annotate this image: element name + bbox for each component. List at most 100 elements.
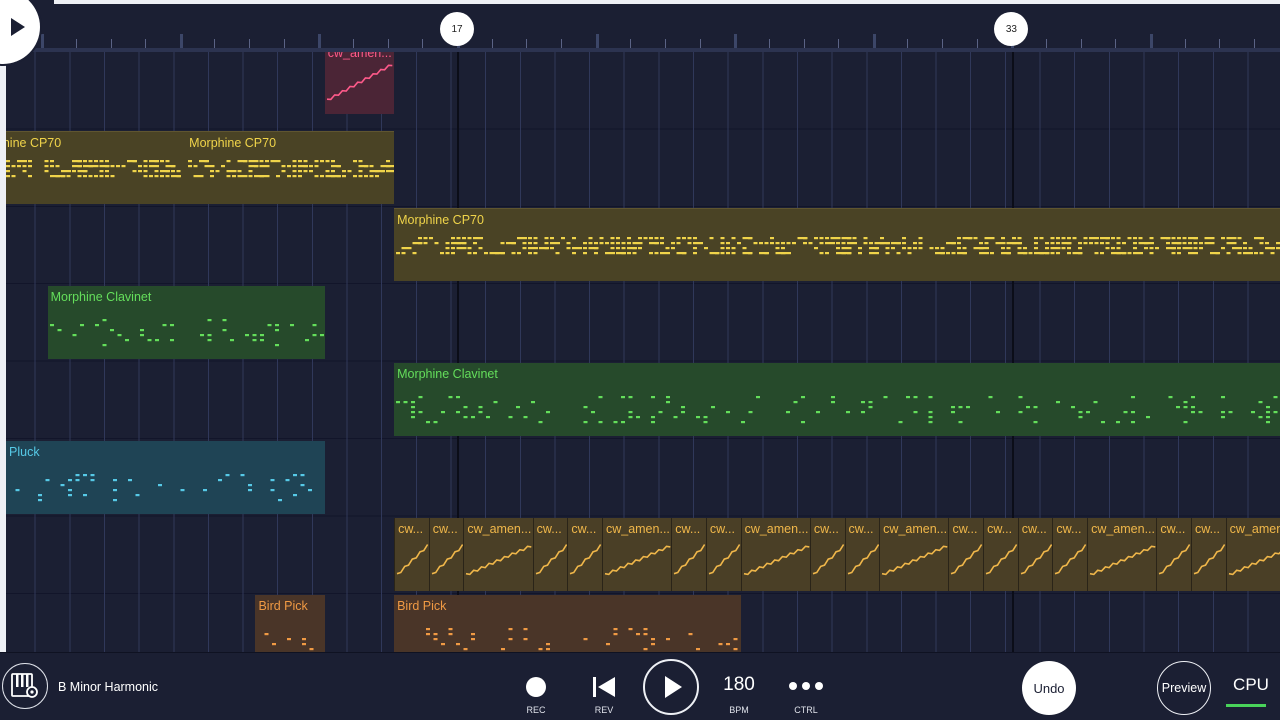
midi-note bbox=[968, 237, 973, 240]
ctrl-button[interactable]: CTRL bbox=[786, 671, 826, 715]
midi-note bbox=[861, 401, 866, 404]
midi-note bbox=[358, 174, 363, 178]
midi-note bbox=[572, 252, 577, 255]
clip-amen[interactable]: cw... bbox=[1017, 517, 1053, 591]
clip-amen[interactable]: cw... bbox=[394, 517, 429, 591]
midi-note bbox=[841, 247, 852, 250]
midi-note bbox=[1199, 242, 1204, 245]
midi-note bbox=[605, 242, 610, 245]
midi-note bbox=[193, 174, 204, 178]
more-dots-icon bbox=[786, 682, 826, 690]
clip-amen[interactable]: cw... bbox=[948, 517, 984, 591]
clip-amen[interactable]: cw_amen... bbox=[879, 517, 949, 591]
timeline-ruler[interactable]: 17 33 bbox=[0, 0, 1280, 52]
clip-amen[interactable]: cw... bbox=[567, 517, 602, 591]
clip-notes bbox=[1159, 543, 1191, 575]
midi-note bbox=[99, 174, 104, 178]
midi-note bbox=[660, 242, 665, 245]
midi-note bbox=[1116, 242, 1121, 245]
midi-note bbox=[1131, 396, 1136, 399]
undo-button[interactable]: Undo bbox=[1022, 661, 1076, 715]
midi-note bbox=[105, 164, 110, 168]
rewind-button[interactable]: REV bbox=[584, 671, 624, 715]
midi-note bbox=[1056, 252, 1061, 255]
midi-note bbox=[1001, 247, 1006, 250]
clip-notes bbox=[604, 545, 671, 576]
bpm-label: BPM bbox=[729, 705, 749, 715]
midi-note bbox=[467, 247, 472, 250]
midi-note bbox=[265, 159, 270, 163]
bpm-control[interactable]: 180 BPM bbox=[719, 671, 759, 715]
preview-button[interactable]: Preview bbox=[1157, 661, 1211, 715]
clip-amen[interactable]: cw... bbox=[1156, 517, 1192, 591]
clip-amen[interactable]: cw_amen... bbox=[740, 517, 810, 591]
midi-note bbox=[546, 411, 551, 414]
audio-waveform bbox=[1159, 543, 1191, 575]
clip-cyan[interactable]: Pluck bbox=[6, 440, 325, 514]
timeline-marker-33[interactable]: 33 bbox=[994, 12, 1029, 46]
clip-amen[interactable]: cw... bbox=[983, 517, 1018, 591]
midi-note bbox=[533, 242, 538, 245]
timeline-tick bbox=[491, 39, 493, 48]
timeline-marker-17[interactable]: 17 bbox=[440, 12, 474, 46]
midi-note bbox=[907, 247, 912, 250]
midi-note bbox=[403, 401, 408, 404]
clip-amen[interactable]: cw... bbox=[428, 517, 464, 591]
midi-note bbox=[704, 247, 709, 250]
midi-note bbox=[583, 242, 588, 245]
clip-yellow[interactable]: Morphine CP70 bbox=[394, 208, 1280, 282]
clip-amen[interactable]: cw_amen... bbox=[1225, 517, 1280, 591]
clip-orange[interactable]: Bird Pick bbox=[255, 595, 325, 652]
clip-yellow[interactable]: Morphine CP70 bbox=[186, 130, 395, 204]
clip-amen[interactable]: cw_amen... bbox=[601, 517, 672, 591]
midi-note bbox=[243, 159, 248, 163]
clip-amen[interactable]: cw... bbox=[1052, 517, 1088, 591]
midi-note bbox=[320, 174, 325, 178]
clip-amen[interactable]: cw_amen... bbox=[1087, 517, 1157, 591]
midi-note bbox=[45, 478, 50, 481]
clip-amen[interactable]: cw_amen... bbox=[463, 517, 533, 591]
midi-note bbox=[1093, 401, 1098, 404]
play-button[interactable] bbox=[643, 659, 699, 715]
midi-note bbox=[1144, 242, 1155, 245]
midi-note bbox=[522, 242, 527, 245]
midi-note bbox=[411, 411, 416, 414]
midi-note bbox=[418, 396, 423, 399]
midi-note bbox=[726, 411, 731, 414]
clip-amen[interactable]: cw... bbox=[1191, 517, 1226, 591]
midi-note bbox=[1056, 401, 1061, 404]
clip-amen[interactable]: cw... bbox=[809, 517, 845, 591]
midi-note bbox=[671, 242, 676, 245]
clip-green[interactable]: Morphine Clavinet bbox=[47, 285, 325, 359]
clip-pink[interactable]: cw_amen... bbox=[324, 52, 395, 114]
midi-note bbox=[229, 338, 234, 341]
clip-amen[interactable]: cw... bbox=[532, 517, 568, 591]
clip-notes bbox=[708, 543, 741, 575]
midi-note bbox=[44, 164, 49, 168]
midi-note bbox=[149, 174, 154, 178]
record-button[interactable]: REC bbox=[516, 671, 556, 715]
midi-note bbox=[463, 416, 468, 419]
clip-green[interactable]: Morphine Clavinet bbox=[394, 363, 1280, 437]
scale-label[interactable]: B Minor Harmonic bbox=[58, 680, 158, 694]
midi-note bbox=[11, 174, 16, 178]
midi-note bbox=[176, 174, 181, 178]
midi-note bbox=[471, 638, 476, 641]
clip-yellow[interactable]: Morphine CP70 bbox=[0, 130, 187, 204]
timeline-tick bbox=[353, 39, 355, 48]
tracks-area[interactable]: cw_amen...Morphine CP70Morphine CP70Morp… bbox=[0, 52, 1280, 652]
midi-note bbox=[988, 396, 993, 399]
midi-note bbox=[951, 406, 956, 409]
midi-note bbox=[292, 164, 297, 168]
clip-orange[interactable]: Bird Pick bbox=[394, 595, 741, 652]
midi-note bbox=[863, 237, 868, 240]
midi-note bbox=[6, 159, 11, 163]
clip-amen[interactable]: cw... bbox=[671, 517, 706, 591]
piano-settings-button[interactable] bbox=[2, 663, 48, 709]
playhead-line[interactable] bbox=[0, 52, 6, 652]
clip-amen[interactable]: cw... bbox=[705, 517, 741, 591]
midi-note bbox=[649, 237, 654, 240]
midi-note bbox=[272, 643, 277, 646]
midi-note bbox=[957, 242, 962, 245]
clip-amen[interactable]: cw... bbox=[844, 517, 880, 591]
